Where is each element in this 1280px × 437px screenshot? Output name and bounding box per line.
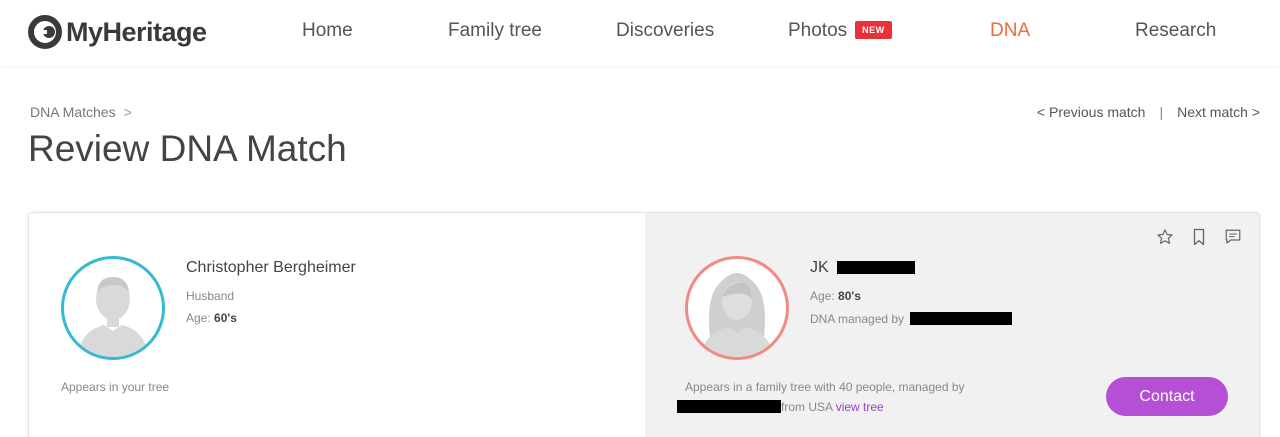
female-silhouette-icon bbox=[700, 273, 774, 357]
top-navigation-bar: MyHeritage Home Family tree Discoveries … bbox=[0, 0, 1280, 66]
right-person-manager: DNA managed by bbox=[810, 312, 1013, 326]
next-match-link[interactable]: Next match > bbox=[1177, 104, 1260, 120]
right-person-initials: JK bbox=[810, 259, 829, 276]
left-person-relation: Husband bbox=[186, 289, 235, 303]
contact-button[interactable]: Contact bbox=[1106, 377, 1228, 416]
previous-match-link[interactable]: < Previous match bbox=[1037, 104, 1146, 120]
match-navigation: < Previous match | Next match > bbox=[1037, 104, 1260, 120]
right-person-name[interactable]: JK bbox=[810, 259, 916, 277]
right-age-label: Age: bbox=[810, 289, 835, 303]
nav-family-tree[interactable]: Family tree bbox=[448, 20, 542, 42]
left-age-label: Age: bbox=[186, 311, 211, 325]
redacted-tree-owner bbox=[677, 400, 781, 413]
left-age-value: 60's bbox=[214, 311, 237, 325]
right-person-footer-line1: Appears in a family tree with 40 people,… bbox=[685, 380, 965, 394]
right-person-footer-line2: from USA view tree bbox=[677, 400, 884, 414]
breadcrumb-dna-matches[interactable]: DNA Matches bbox=[30, 104, 116, 120]
right-person-age: Age: 80's bbox=[810, 289, 861, 303]
new-badge: NEW bbox=[855, 21, 892, 39]
left-person-age: Age: 60's bbox=[186, 311, 237, 325]
myheritage-logo-icon bbox=[26, 13, 64, 51]
nav-dna[interactable]: DNA bbox=[990, 20, 1030, 42]
left-person-name[interactable]: Christopher Bergheimer bbox=[186, 259, 356, 277]
managed-by-label: DNA managed by bbox=[810, 312, 905, 326]
bookmark-icon[interactable] bbox=[1189, 227, 1209, 247]
nav-research[interactable]: Research bbox=[1135, 20, 1216, 42]
match-action-icons bbox=[1155, 227, 1243, 247]
left-person-panel: Christopher Bergheimer Husband Age: 60's… bbox=[29, 213, 645, 437]
breadcrumb-separator: > bbox=[123, 104, 132, 120]
redacted-surname bbox=[837, 261, 916, 274]
left-person-avatar[interactable] bbox=[61, 256, 165, 360]
redacted-manager-name bbox=[910, 312, 1013, 325]
breadcrumb: DNA Matches > bbox=[30, 104, 132, 120]
nav-photos-label: Photos bbox=[788, 20, 848, 41]
page-title: Review DNA Match bbox=[28, 128, 347, 169]
right-age-value: 80's bbox=[838, 289, 861, 303]
nav-home[interactable]: Home bbox=[302, 20, 353, 42]
match-nav-divider: | bbox=[1159, 104, 1164, 120]
left-person-footer: Appears in your tree bbox=[61, 380, 170, 394]
star-icon[interactable] bbox=[1155, 227, 1175, 247]
from-location: from USA bbox=[781, 400, 833, 414]
nav-discoveries[interactable]: Discoveries bbox=[616, 20, 714, 42]
male-silhouette-icon bbox=[78, 277, 148, 357]
nav-photos[interactable]: Photos NEW bbox=[788, 20, 892, 42]
comment-icon[interactable] bbox=[1223, 227, 1243, 247]
dna-match-card: Christopher Bergheimer Husband Age: 60's… bbox=[28, 212, 1260, 437]
view-tree-link[interactable]: view tree bbox=[836, 400, 884, 414]
right-person-avatar[interactable] bbox=[685, 256, 789, 360]
myheritage-logo[interactable]: MyHeritage bbox=[26, 13, 207, 51]
logo-text: MyHeritage bbox=[66, 16, 207, 47]
